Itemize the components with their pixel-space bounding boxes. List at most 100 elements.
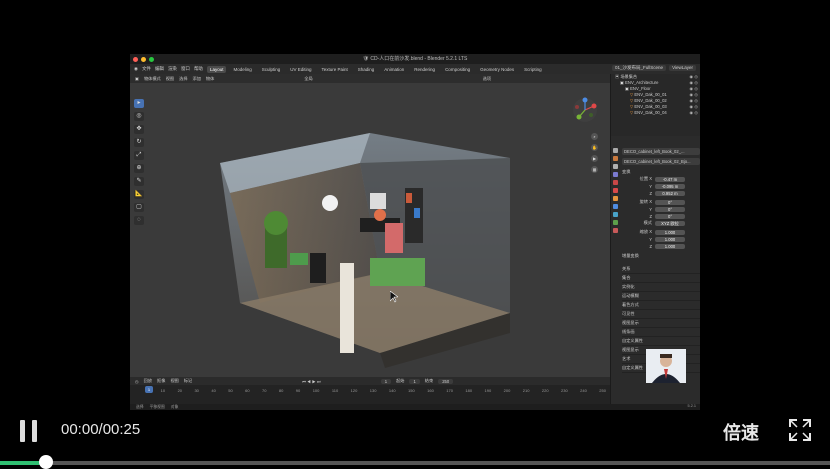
3d-viewport[interactable]: ▸ ◎ ✥ ↻ ⤢ ⊕ ✎ 📐 ▢ ◌ ⌕ ✋ ▶ ▦: [130, 83, 610, 377]
rotation-x-field[interactable]: 0°: [655, 199, 685, 205]
location-x-field[interactable]: -0.47 m: [655, 176, 685, 182]
object-mode-dropdown[interactable]: 物体模式: [144, 76, 161, 82]
property-panel-header[interactable]: 运动模糊: [622, 292, 700, 301]
menu-render[interactable]: 渲染: [168, 66, 177, 72]
modifier-properties-icon[interactable]: [612, 204, 618, 209]
measure-tool-icon[interactable]: 📐: [134, 190, 144, 199]
workspace-tab-uv-editing[interactable]: UV Editing: [287, 66, 314, 73]
timeline-track[interactable]: 1102030405060708090100110120130140150160…: [130, 385, 610, 404]
menu-help[interactable]: 帮助: [194, 66, 203, 72]
object-properties-icon[interactable]: [612, 196, 618, 201]
end-frame-field[interactable]: 250: [438, 378, 454, 384]
scale-tool-icon[interactable]: ⤢: [134, 151, 144, 160]
pan-hand-icon[interactable]: ✋: [591, 144, 598, 151]
property-panel-header[interactable]: 关系: [622, 265, 700, 274]
navigation-gizmo-icon[interactable]: [572, 97, 598, 123]
timeline-tick-label: 20: [177, 388, 183, 393]
cursor-tool-icon[interactable]: ◎: [134, 112, 144, 121]
progress-scrubber[interactable]: [38, 455, 53, 469]
rotation-z-field[interactable]: 0°: [655, 213, 685, 219]
scene-selector[interactable]: 01_沙发布局_FullScene: [612, 65, 667, 71]
fullscreen-icon[interactable]: [789, 419, 811, 441]
workspace-tab-shading[interactable]: Shading: [355, 66, 378, 73]
workspace-tab-rendering[interactable]: Rendering: [411, 66, 438, 73]
scale-z-field[interactable]: 1.000: [655, 243, 685, 249]
property-panel-header[interactable]: 视图显示: [622, 319, 700, 328]
visibility-eye-icon[interactable]: ◉ ◎: [690, 110, 698, 116]
location-z-field[interactable]: 0.952 m: [655, 190, 685, 196]
scale-x-row: 缩放 X 1.000: [622, 229, 700, 235]
property-panel-header[interactable]: 可见性: [622, 310, 700, 319]
physics-properties-icon[interactable]: [612, 220, 618, 225]
video-player[interactable]: 🛡 CD-人口在前沙发.blend - Blender 5.2.1 LTS ◉ …: [0, 0, 830, 469]
timeline-menu-playback[interactable]: 回放: [144, 378, 152, 384]
transform-orientation-dropdown[interactable]: 全局: [304, 76, 312, 82]
workspace-tab-sculpting[interactable]: Sculpting: [259, 66, 284, 73]
timeline-playhead[interactable]: 1: [145, 386, 153, 393]
menu-view[interactable]: 视图: [166, 76, 174, 82]
outliner-item[interactable]: ▽ ENV_Dak_00_04 ◉ ◎: [611, 110, 700, 116]
camera-view-icon[interactable]: ▶: [591, 155, 598, 162]
property-panel-header[interactable]: 线条画: [622, 328, 700, 337]
playback-controls-icon[interactable]: ⏮ ◀ ▶ ⏭: [302, 379, 321, 384]
workspace-tab-compositing[interactable]: Compositing: [442, 66, 473, 73]
delta-transform-section[interactable]: 增量变换: [622, 253, 700, 259]
menu-object[interactable]: 物体: [206, 76, 214, 82]
transform-section-header[interactable]: 变换: [622, 169, 700, 175]
property-panel-header[interactable]: 着色方式: [622, 301, 700, 310]
lasso-tool-icon[interactable]: ◌: [134, 216, 144, 225]
timeline-menu-keying[interactable]: 抠像: [157, 378, 165, 384]
rotation-mode-dropdown[interactable]: XYZ 欧拉: [655, 220, 685, 226]
render-properties-icon[interactable]: [612, 156, 618, 161]
select-tool-icon[interactable]: ▸: [134, 99, 144, 108]
workspace-tab-layout[interactable]: Layout: [206, 65, 227, 73]
menu-select[interactable]: 选择: [179, 76, 187, 82]
current-frame-field[interactable]: 1: [380, 378, 392, 384]
property-panel-header[interactable]: 自定义属性: [622, 337, 700, 346]
video-frame[interactable]: 🛡 CD-人口在前沙发.blend - Blender 5.2.1 LTS ◉ …: [130, 54, 700, 410]
zoom-icon[interactable]: ⌕: [591, 133, 598, 140]
location-y-field[interactable]: -0.095 m: [655, 183, 685, 189]
timeline-editor-icon[interactable]: ◷: [135, 379, 139, 384]
grid-view-icon[interactable]: ▦: [591, 166, 598, 173]
playback-speed-button[interactable]: 倍速: [723, 419, 759, 445]
material-properties-icon[interactable]: [612, 228, 618, 233]
menu-file[interactable]: 文件: [142, 66, 151, 72]
pause-button[interactable]: [20, 420, 40, 442]
view-layer-icon[interactable]: [612, 172, 618, 177]
object-name-field[interactable]: DECO_cabinet_left_Book_02_...: [622, 148, 700, 155]
editor-type-icon[interactable]: ▣: [135, 76, 139, 81]
blender-logo-icon[interactable]: ◉: [134, 66, 138, 72]
property-panel-header[interactable]: 实例化: [622, 283, 700, 292]
transform-tool-icon[interactable]: ⊕: [134, 164, 144, 173]
annotate-tool-icon[interactable]: ✎: [134, 177, 144, 186]
menu-add[interactable]: 添加: [193, 76, 201, 82]
property-panel-header[interactable]: 集合: [622, 274, 700, 283]
workspace-tab-texture-paint[interactable]: Texture Paint: [319, 66, 351, 73]
progress-bar[interactable]: [0, 461, 830, 465]
menu-window[interactable]: 窗口: [181, 66, 190, 72]
workspace-tab-scripting[interactable]: Scripting: [521, 66, 545, 73]
object-data-name-field[interactable]: DECO_cabinet_left_Book_02_Bjo...: [622, 158, 700, 165]
start-frame-field[interactable]: 1: [409, 378, 420, 384]
workspace-tab-modeling[interactable]: Modeling: [230, 66, 254, 73]
scene-properties-icon[interactable]: [612, 180, 618, 185]
tool-properties-icon[interactable]: [612, 148, 618, 153]
timeline-menu-view[interactable]: 视图: [170, 378, 178, 384]
viewport-options-button[interactable]: 选项: [483, 76, 491, 82]
move-tool-icon[interactable]: ✥: [134, 125, 144, 134]
view-layer-selector[interactable]: ViewLayer: [669, 65, 696, 71]
particles-properties-icon[interactable]: [612, 212, 618, 217]
workspace-tab-animation[interactable]: Animation: [381, 66, 407, 73]
menu-edit[interactable]: 编辑: [155, 66, 164, 72]
timeline-tick-label: 180: [465, 388, 473, 393]
scale-x-field[interactable]: 1.000: [655, 229, 685, 235]
rotate-tool-icon[interactable]: ↻: [134, 138, 144, 147]
scale-y-field[interactable]: 1.000: [655, 236, 685, 242]
add-cube-tool-icon[interactable]: ▢: [134, 203, 144, 212]
world-properties-icon[interactable]: [612, 188, 618, 193]
rotation-y-field[interactable]: 0°: [655, 206, 685, 212]
timeline-menu-marker[interactable]: 标记: [184, 378, 192, 384]
workspace-tab-geometry-nodes[interactable]: Geometry Nodes: [477, 66, 517, 73]
output-properties-icon[interactable]: [612, 164, 618, 169]
